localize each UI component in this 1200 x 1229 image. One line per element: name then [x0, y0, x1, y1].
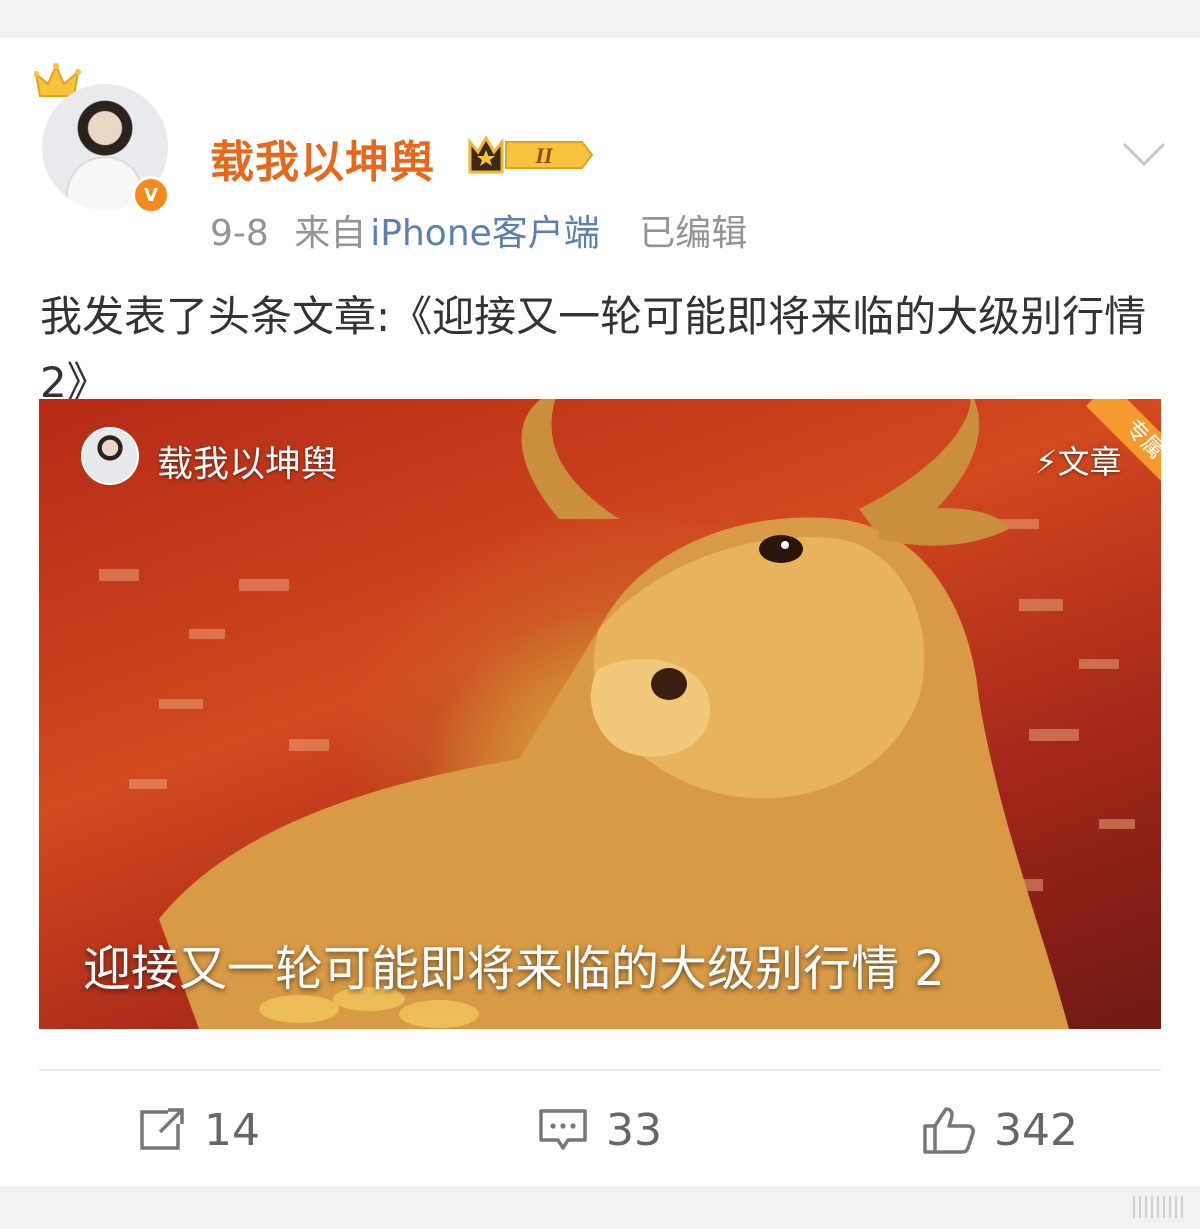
comment-count: 33: [606, 1104, 662, 1156]
source-link[interactable]: iPhone客户端: [370, 213, 600, 254]
repost-count: 14: [204, 1104, 260, 1156]
repost-button[interactable]: 14: [138, 1102, 260, 1158]
article-title: 迎接又一轮可能即将来临的大级别行情 2: [83, 941, 945, 997]
like-count: 342: [994, 1104, 1078, 1156]
bottom-gap: [0, 1186, 1200, 1229]
comment-icon: [539, 1109, 587, 1150]
verified-v-icon: V: [132, 176, 170, 214]
like-button[interactable]: 342: [922, 1102, 1078, 1158]
lightning-icon: ⚡: [1035, 443, 1058, 481]
chevron-down-icon[interactable]: [1120, 136, 1168, 170]
edited-label[interactable]: 已编辑: [639, 213, 747, 254]
article-author-name: 载我以坤舆: [157, 444, 338, 485]
action-divider: [39, 1069, 1161, 1071]
author-avatar-group[interactable]: V: [30, 62, 180, 222]
top-gap: [0, 0, 1200, 38]
repost-icon: [140, 1108, 184, 1150]
article-author-avatar: [81, 427, 139, 485]
post-date: 9-8: [210, 213, 269, 254]
member-level-badge[interactable]: II: [466, 132, 596, 178]
thumbs-up-icon: [923, 1107, 975, 1154]
exclusive-corner-ribbon: 专属: [1069, 399, 1161, 491]
badge-level-text: II: [534, 143, 554, 168]
post-text: 我发表了头条文章:《迎接又一轮可能即将来临的大级别行情2》: [40, 292, 1147, 407]
scroll-indicator: [1133, 1196, 1183, 1218]
post-meta: 9-8 来自 iPhone客户端 已编辑: [210, 204, 761, 256]
article-card[interactable]: 载我以坤舆 ⚡文章 专属 迎接又一轮可能即将来临的大级别行情 2: [39, 399, 1161, 1029]
comment-button[interactable]: 33: [538, 1102, 662, 1158]
exclusive-label: 专属: [1086, 399, 1161, 491]
from-label: 来自: [294, 213, 367, 254]
username[interactable]: 载我以坤舆: [210, 126, 435, 190]
